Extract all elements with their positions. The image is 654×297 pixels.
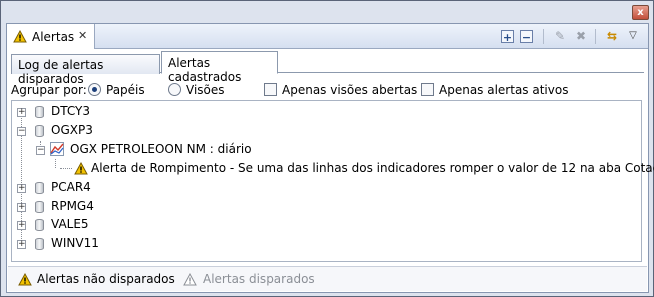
status-alertas-nao-disparados: Alertas não disparados [37,272,175,286]
tree-node[interactable]: + WINV11 [12,235,312,252]
alert-label: Alerta de Rompimento - Se uma das linhas… [91,161,654,175]
delete-icon[interactable]: ✖ [573,28,589,44]
checkbox-apenas-visoes-abertas[interactable] [264,83,277,96]
warning-icon [18,272,32,289]
expand-icon[interactable]: + [17,108,26,117]
tab-alertas-label: Alertas [32,30,75,44]
tree-node[interactable]: + RPMG4 [12,198,312,215]
tree-node-label: PCAR4 [51,180,91,194]
tree-node[interactable]: + PCAR4 [12,179,312,196]
tree-node-label: OGXP3 [51,123,93,137]
warning-outline-icon [183,272,197,289]
tree-node-label: OGX PETROLEOON NM : diário [70,142,252,156]
tab-alertas-cadastrados[interactable]: Alertas cadastrados [161,51,278,84]
database-icon [35,125,44,137]
subtab-bar: Log de alertas disparados Alertas cadast… [11,51,644,86]
expand-all-icon[interactable]: + [501,30,514,44]
radio-papeis[interactable] [88,83,101,96]
view-menu-icon[interactable]: ▽ [625,28,641,44]
group-by-label: Agrupar por: [11,83,87,97]
radio-visoes-label[interactable]: Visões [186,83,225,97]
alerts-tree: + DTCY3 − OGXP3 − OGX PETROLEOON NM : di… [11,100,654,262]
collapse-icon[interactable]: − [36,146,45,155]
tree-node[interactable]: − OGXP3 [12,122,312,139]
tree-alert-item[interactable]: Alerta de Rompimento - Se uma das linhas… [12,160,654,180]
tree-node-label: RPMG4 [51,199,94,213]
tab-log-alertas-disparados[interactable]: Log de alertas disparados [11,54,160,86]
tree-node-label: VALE5 [51,217,89,231]
toolbar-separator [595,29,596,44]
warning-icon [13,29,27,46]
database-icon [35,182,44,194]
collapse-icon[interactable]: − [17,127,26,136]
radio-papeis-label[interactable]: Papéis [106,83,145,97]
database-icon [35,238,44,250]
expand-icon[interactable]: + [17,240,26,249]
expand-icon[interactable]: + [17,221,26,230]
sync-icon[interactable]: ⇆ [604,28,620,44]
database-icon [35,106,44,118]
checkbox-apenas-alertas-ativos-label[interactable]: Apenas alertas ativos [439,83,568,97]
checkbox-apenas-alertas-ativos[interactable] [421,83,434,96]
tree-node[interactable]: + VALE5 [12,216,312,233]
database-icon [35,201,44,213]
tree-node[interactable]: + DTCY3 [12,103,312,120]
tree-node-label: DTCY3 [51,104,90,118]
alertas-window: x Alertas ✕ + − ✎ ✖ ⇆ ▽ Log de alertas d… [0,0,654,297]
alertas-view: Alertas ✕ + − ✎ ✖ ⇆ ▽ Log de alertas dis… [6,23,654,293]
collapse-all-icon[interactable]: − [520,30,533,44]
expand-icon[interactable]: + [17,184,26,193]
warning-icon [74,161,88,180]
status-alertas-disparados: Alertas disparados [203,272,315,286]
tree-node-child[interactable]: − OGX PETROLEOON NM : diário [12,141,412,158]
chart-icon [50,142,64,161]
window-close-button[interactable]: x [632,5,649,20]
database-icon [35,219,44,231]
radio-visoes[interactable] [168,83,181,96]
expand-icon[interactable]: + [17,203,26,212]
view-tab-bar: Alertas ✕ + − ✎ ✖ ⇆ ▽ [7,24,648,49]
group-options-row: Agrupar por: Papéis Visões Apenas visões… [11,79,631,97]
toolbar-separator [543,29,544,44]
tab-alertas[interactable]: Alertas ✕ [7,24,95,49]
tree-node-label: WINV11 [51,236,99,250]
close-icon[interactable]: ✕ [78,29,87,42]
checkbox-apenas-visoes-abertas-label[interactable]: Apenas visões abertas [282,83,417,97]
edit-icon[interactable]: ✎ [552,28,568,44]
status-bar: Alertas não disparados Alertas disparado… [8,266,647,291]
